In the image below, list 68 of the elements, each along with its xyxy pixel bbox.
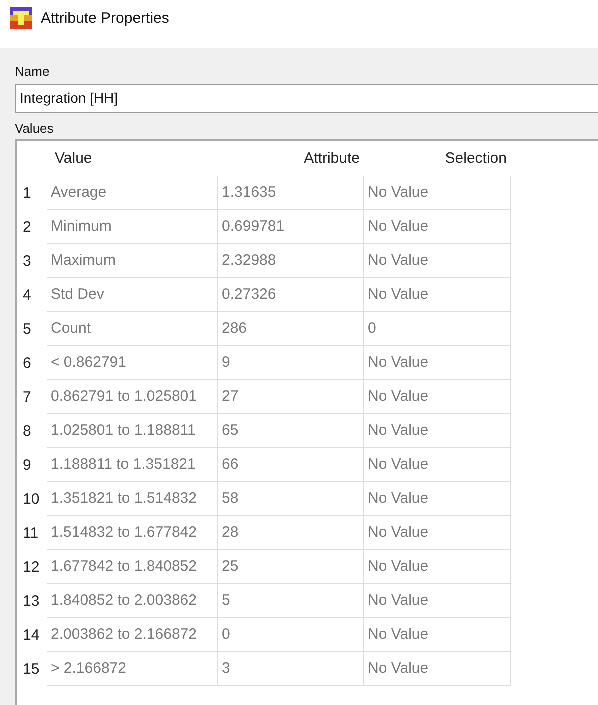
table-cell: 65 <box>218 414 364 448</box>
table-cell: No Value <box>364 550 511 584</box>
table-cell: 28 <box>218 516 364 550</box>
values-label: Values <box>15 120 55 138</box>
table-cell: 0 <box>364 312 511 346</box>
row-number: 2 <box>22 218 32 238</box>
app-icon <box>10 7 32 29</box>
table-cell: 2.003862 to 2.166872 <box>47 618 218 652</box>
table-cell: 0 <box>218 618 364 652</box>
row-number: 4 <box>22 286 32 306</box>
table-cell: Average <box>47 176 218 210</box>
row-number: 10 <box>22 490 41 510</box>
table-cell: 3 <box>218 652 364 686</box>
window-title: Attribute Properties <box>41 10 170 26</box>
table-cell: > 2.166872 <box>47 652 218 686</box>
column-header[interactable]: Selection <box>364 141 511 176</box>
table-cell: No Value <box>364 414 511 448</box>
table-cell: 1.514832 to 1.677842 <box>47 516 218 550</box>
column-header[interactable]: Value <box>47 141 218 176</box>
name-field[interactable]: Integration [HH] <box>15 84 598 113</box>
table-cell: 1.677842 to 1.840852 <box>47 550 218 584</box>
table-cell: No Value <box>364 482 511 516</box>
table-cell: No Value <box>364 278 511 312</box>
table-cell: No Value <box>364 516 511 550</box>
table-cell: 0.27326 <box>218 278 364 312</box>
row-number: 5 <box>22 320 32 340</box>
table-cell: No Value <box>364 618 511 652</box>
name-label: Name <box>15 63 51 81</box>
row-number: 6 <box>22 354 32 374</box>
table-cell: 27 <box>218 380 364 414</box>
table-cell: 1.188811 to 1.351821 <box>47 448 218 482</box>
table-cell: 286 <box>218 312 364 346</box>
row-number: 12 <box>22 558 41 578</box>
row-number: 14 <box>22 626 41 646</box>
row-number: 7 <box>22 388 32 408</box>
table-cell: No Value <box>364 244 511 278</box>
table-cell: 0.699781 <box>218 210 364 244</box>
table-cell: 1.31635 <box>218 176 364 210</box>
table-cell: No Value <box>364 448 511 482</box>
table-cell: Maximum <box>47 244 218 278</box>
table-cell: < 0.862791 <box>47 346 218 380</box>
table-cell: 1.840852 to 2.003862 <box>47 584 218 618</box>
column-header[interactable]: Attribute <box>218 141 364 176</box>
row-number: 11 <box>22 524 40 544</box>
table-cell: Std Dev <box>47 278 218 312</box>
table-cell: 9 <box>218 346 364 380</box>
row-number: 15 <box>22 660 41 680</box>
row-number: 13 <box>22 592 41 612</box>
table-cell: No Value <box>364 652 511 686</box>
row-number: 1 <box>22 184 32 204</box>
table-cell: 58 <box>218 482 364 516</box>
table-cell: Count <box>47 312 218 346</box>
table-cell: 5 <box>218 584 364 618</box>
table-cell: 1.351821 to 1.514832 <box>47 482 218 516</box>
table-cell: No Value <box>364 584 511 618</box>
table-cell: No Value <box>364 346 511 380</box>
table-cell: 66 <box>218 448 364 482</box>
row-number: 9 <box>22 456 32 476</box>
table-cell: 25 <box>218 550 364 584</box>
table-cell: 2.32988 <box>218 244 364 278</box>
table-cell: No Value <box>364 380 511 414</box>
row-number: 3 <box>22 252 32 272</box>
table-cell: No Value <box>364 176 511 210</box>
table-cell: No Value <box>364 210 511 244</box>
table-cell: 0.862791 to 1.025801 <box>47 380 218 414</box>
table-cell: Minimum <box>47 210 218 244</box>
row-number: 8 <box>22 422 32 442</box>
table-cell: 1.025801 to 1.188811 <box>47 414 218 448</box>
